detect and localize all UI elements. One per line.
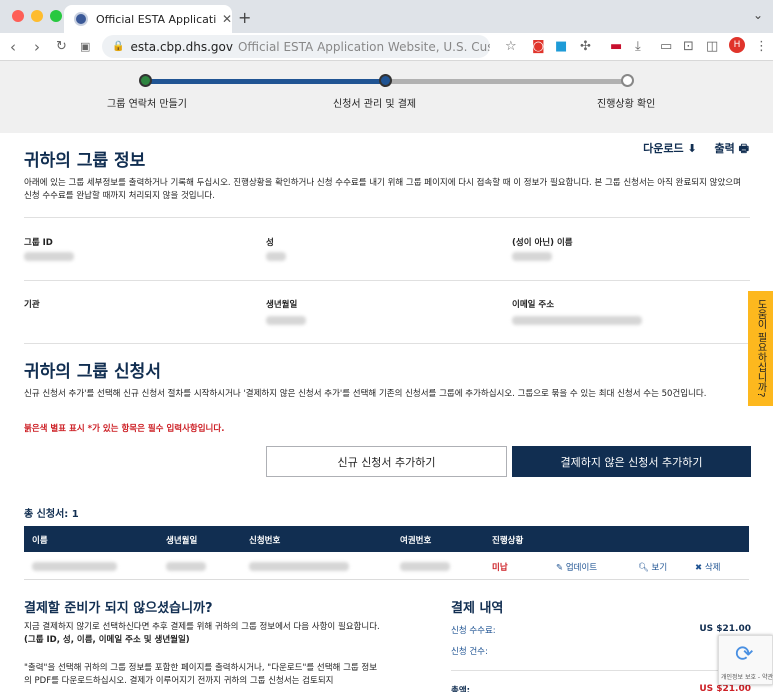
progress-tracker: 그룹 연락처 만들기 신청서 관리 및 결제 진행상황 확인	[0, 61, 773, 133]
close-window-button[interactable]	[12, 10, 24, 22]
reader-icon[interactable]: ▣	[80, 40, 90, 53]
url-page-title: Official ESTA Application Website, U.S. …	[237, 39, 490, 54]
new-tab-icon[interactable]: +	[238, 8, 251, 27]
reload-icon[interactable]: ↻	[56, 39, 67, 54]
puzzle-icon[interactable]: ✣	[580, 39, 591, 54]
help-tab[interactable]: 도움이 필요하십니까?	[748, 291, 773, 406]
total-value: US $21.00	[699, 684, 751, 692]
maximize-window-button[interactable]	[50, 10, 62, 22]
organization-label: 기관	[24, 300, 40, 310]
birth-date-label: 생년월일	[266, 300, 298, 310]
pocket-icon[interactable]: ◙	[532, 39, 545, 54]
step-3-label: 진행상황 확인	[597, 99, 656, 110]
step-3-marker	[621, 74, 634, 87]
browser-toolbar: ‹ › ↻ ▣ 🔒 esta.cbp.dhs.gov Official ESTA…	[0, 33, 773, 61]
bookmark-icon[interactable]: ☆	[505, 39, 517, 54]
step-2-label: 신청서 관리 및 결제	[333, 99, 417, 110]
total-label: 총액:	[451, 686, 471, 692]
status-badge: 미납	[492, 563, 508, 573]
back-icon[interactable]: ‹	[10, 38, 16, 56]
sidebar-icon[interactable]: ◫	[706, 39, 718, 54]
required-note: 붉은색 별표 표시 *가 있는 항목은 필수 입력사항입니다.	[24, 424, 225, 434]
redacted-given-name	[512, 252, 552, 261]
col-status: 진행상황	[492, 536, 524, 546]
group-id-label: 그룹 ID	[24, 238, 53, 248]
recaptcha-badge[interactable]: ⟳ 개인정보 보호 - 약관	[718, 635, 773, 685]
step-1-marker	[139, 74, 152, 87]
add-new-application-button[interactable]: 신규 신청서 추가하기	[266, 446, 507, 477]
col-passport-number: 여권번호	[400, 536, 432, 546]
given-name-label: (성이 아닌) 이름	[512, 238, 573, 248]
not-ready-instructions: "출력"을 선택해 귀하의 그룹 정보를 포함한 페이지를 출력하시거나, "다…	[24, 663, 378, 686]
tab-title: Official ESTA Application Website	[96, 12, 216, 26]
step-1-label: 그룹 연락처 만들기	[107, 99, 187, 110]
divider	[24, 217, 750, 218]
divider	[24, 343, 750, 344]
applications-table-header: 이름 생년월일 신청번호 여권번호 진행상황	[24, 526, 749, 552]
table-row: 미납 ✎ 업데이트 🔍︎ 보기 ✖ 삭제	[24, 552, 749, 580]
redacted-birth-date	[166, 562, 206, 571]
flag-icon[interactable]: ▬	[610, 39, 622, 54]
count-label: 신청 건수:	[451, 647, 488, 657]
progress-line-complete	[145, 79, 385, 84]
redacted-name	[32, 562, 117, 571]
group-info-description: 아래에 있는 그룹 세부정보를 출력하거나 기록해 두십시오. 진행상황을 확인…	[24, 178, 741, 201]
total-applications: 총 신청서: 1	[24, 509, 79, 520]
screenshot-icon[interactable]: ⊡	[683, 39, 694, 54]
dhs-seal-icon	[74, 12, 88, 26]
surname-label: 성	[266, 238, 274, 248]
download-link[interactable]: 다운로드 ⬇	[643, 142, 697, 155]
cast-icon[interactable]: ▭	[660, 39, 672, 54]
recaptcha-icon: ⟳	[735, 642, 754, 667]
print-link[interactable]: 출력 🖶	[715, 142, 749, 155]
redacted-email	[512, 316, 642, 325]
col-name: 이름	[32, 536, 48, 546]
applications-title: 귀하의 그룹 신청서	[24, 362, 161, 382]
add-unpaid-application-button[interactable]: 결제하지 않은 신청서 추가하기	[512, 446, 751, 477]
address-bar[interactable]: 🔒 esta.cbp.dhs.gov Official ESTA Applica…	[102, 35, 490, 58]
tab-close-icon[interactable]: ✕	[222, 12, 232, 26]
not-ready-title: 결제할 준비가 되지 않으셨습니까?	[24, 601, 213, 616]
view-link[interactable]: 🔍︎ 보기	[638, 561, 667, 573]
col-birth-date: 생년월일	[166, 536, 198, 546]
col-application-number: 신청번호	[249, 536, 281, 546]
browser-tab[interactable]: Official ESTA Application Website ✕	[64, 5, 232, 33]
not-ready-text: 지금 결제하지 않기로 선택하신다면 추후 결제를 위해 귀하의 그룹 정보에서…	[24, 622, 380, 645]
update-link[interactable]: ✎ 업데이트	[556, 561, 597, 573]
minimize-window-button[interactable]	[31, 10, 43, 22]
browser-window: Official ESTA Application Website ✕ + ⌄ …	[0, 0, 773, 692]
chevron-down-icon[interactable]: ⌄	[753, 8, 763, 22]
divider	[24, 280, 750, 281]
download-print-links: 다운로드 ⬇ 출력 🖶	[629, 140, 749, 159]
url-host: esta.cbp.dhs.gov	[130, 39, 233, 54]
redacted-birth-date	[266, 316, 306, 325]
payment-summary-title: 결제 내역	[451, 601, 504, 616]
applications-description: 신규 신청서 추가'를 선택해 신규 신청서 절차를 시작하시거나 '결제하지 …	[24, 389, 707, 399]
forward-icon[interactable]: ›	[34, 38, 40, 56]
title-bar: Official ESTA Application Website ✕ + ⌄	[0, 0, 773, 33]
menu-icon[interactable]: ⋮	[755, 39, 768, 54]
group-info-title: 귀하의 그룹 정보	[24, 151, 146, 171]
fee-label: 신청 수수료:	[451, 626, 496, 636]
fee-value: US $21.00	[699, 624, 751, 634]
redacted-surname	[266, 252, 286, 261]
redacted-application-number	[249, 562, 349, 571]
profile-avatar[interactable]: H	[729, 37, 745, 53]
recaptcha-privacy-text: 개인정보 보호 - 약관	[721, 674, 773, 681]
download-icon[interactable]: ⤓	[635, 39, 641, 54]
email-label: 이메일 주소	[512, 300, 555, 310]
redacted-group-id	[24, 252, 74, 261]
progress-line-remaining	[385, 79, 628, 84]
redacted-passport-number	[400, 562, 450, 571]
step-2-marker	[379, 74, 392, 87]
delete-link[interactable]: ✖ 삭제	[695, 561, 720, 573]
extension-icon[interactable]: ■	[555, 39, 567, 54]
lock-icon: 🔒	[112, 41, 125, 52]
divider	[451, 670, 751, 671]
